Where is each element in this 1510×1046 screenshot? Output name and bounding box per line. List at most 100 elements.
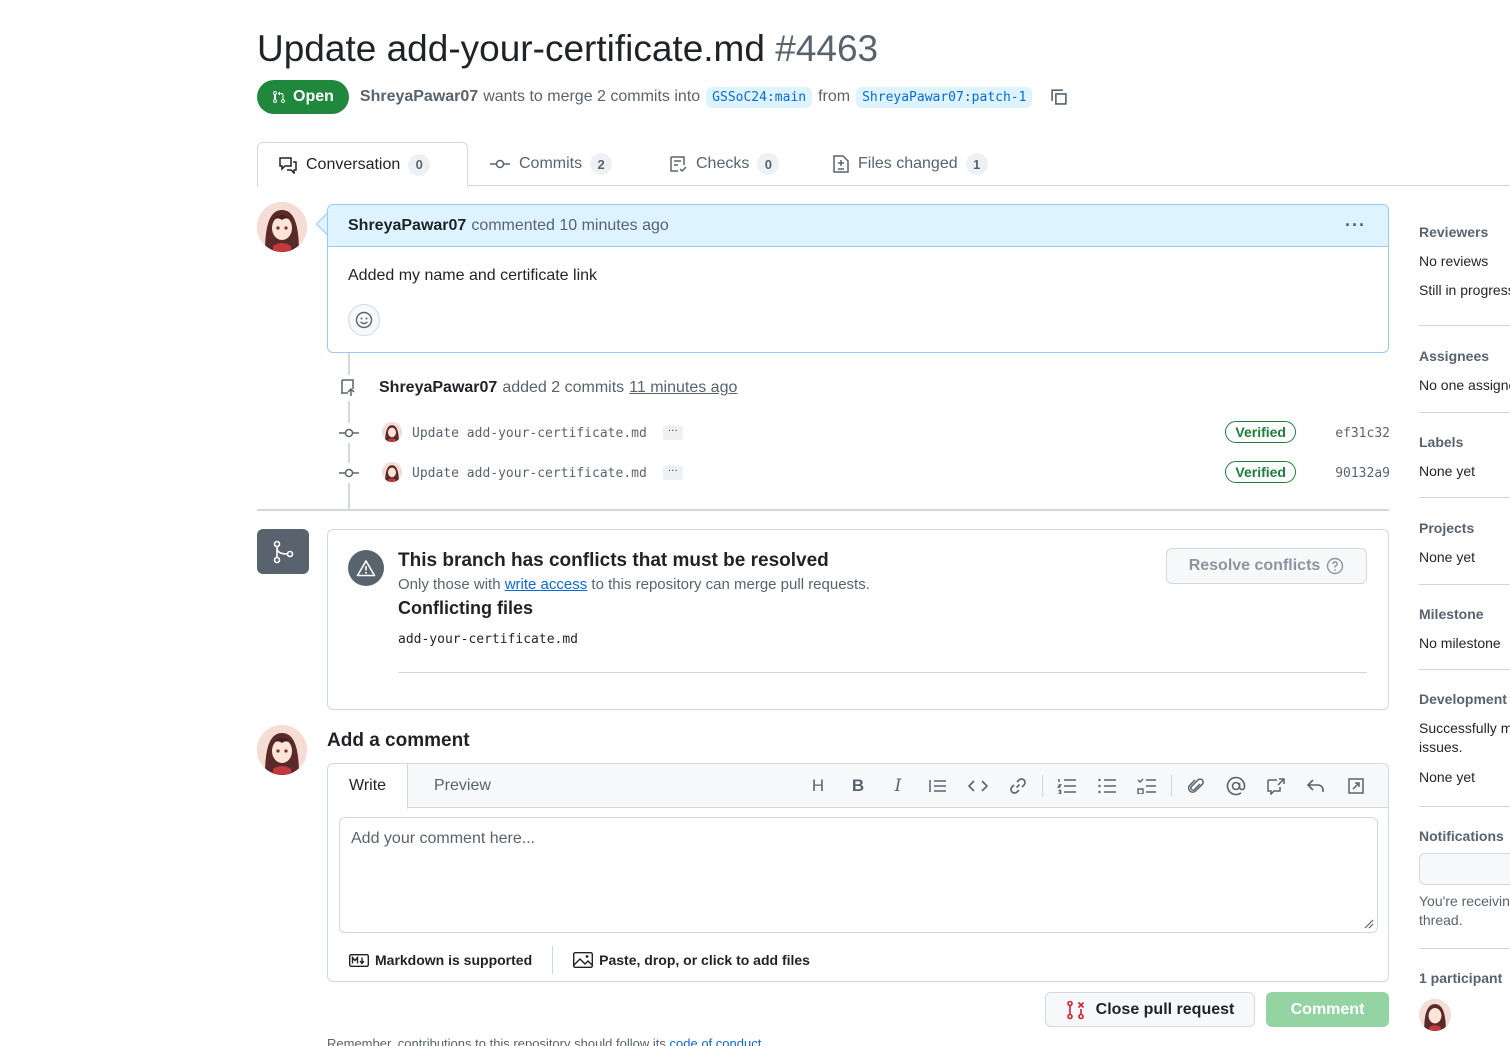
merge-sub-after: to this repository can merge pull reques…	[591, 576, 870, 593]
head-branch[interactable]: ShreyaPawar07:patch-1	[856, 86, 1033, 108]
link-icon[interactable]	[998, 774, 1038, 798]
projects-heading[interactable]: Projects	[1419, 520, 1510, 536]
tab-count: 0	[408, 153, 431, 176]
write-access-link[interactable]: write access	[505, 576, 588, 593]
comment-textarea[interactable]: Add your comment here...	[339, 817, 1378, 933]
comment-header: ShreyaPawar07 commented 10 minutes ago ·…	[328, 205, 1388, 247]
tab-label: Checks	[696, 155, 750, 172]
conflicting-files-title: Conflicting files	[398, 598, 533, 618]
reply-icon[interactable]	[1296, 774, 1336, 798]
tab-conversation[interactable]: Conversation 0	[257, 142, 468, 187]
merge-divider	[398, 672, 1367, 673]
comment-body: Added my name and certificate link	[348, 267, 598, 284]
repo-push-icon	[332, 375, 364, 401]
commit-sha[interactable]: 90132a9	[1335, 466, 1390, 481]
event-author[interactable]: ShreyaPawar07	[379, 379, 497, 397]
markdown-supported-link[interactable]: Markdown is supported	[349, 952, 532, 968]
mention-icon[interactable]	[1216, 774, 1256, 798]
ordered-list-icon[interactable]	[1047, 774, 1087, 798]
commit-icon	[336, 423, 362, 443]
pr-author-link[interactable]: ShreyaPawar07	[360, 88, 478, 106]
development-section: Development Successfully merging this pu…	[1419, 691, 1510, 785]
event-time[interactable]: 11 minutes ago	[629, 379, 737, 397]
development-heading[interactable]: Development	[1419, 691, 1510, 707]
attachment-icon[interactable]	[1176, 774, 1216, 798]
labels-value: None yet	[1419, 463, 1476, 479]
commit-author-avatar[interactable]	[382, 462, 402, 482]
tab-preview[interactable]: Preview	[434, 764, 491, 808]
notifications-note: You're receiving notifications because y…	[1419, 893, 1510, 928]
close-pr-label: Close pull request	[1095, 1000, 1235, 1018]
notifications-heading: Notifications	[1419, 828, 1504, 844]
verified-badge[interactable]: Verified	[1225, 421, 1296, 443]
fullscreen-icon[interactable]	[1336, 774, 1376, 798]
sidebar-divider	[1419, 412, 1510, 413]
git-pull-request-closed-icon	[1066, 1000, 1084, 1019]
projects-value: None yet	[1419, 549, 1476, 565]
resolve-conflicts-label: Resolve conflicts	[1188, 557, 1321, 574]
task-list-icon[interactable]	[1127, 774, 1167, 798]
projects-section: Projects None yet	[1419, 520, 1510, 565]
commit-message[interactable]: Update add-your-certificate.md	[412, 426, 647, 441]
tab-files-changed[interactable]: Files changed 1	[832, 142, 988, 186]
development-text-cont: issues.	[1419, 739, 1463, 755]
tab-label: Commits	[519, 155, 583, 172]
add-reaction-button[interactable]	[348, 304, 380, 336]
merge-box: This branch has conflicts that must be r…	[327, 529, 1389, 710]
add-comment-title: Add a comment	[327, 730, 470, 751]
code-icon[interactable]	[958, 774, 998, 798]
expand-commit-button[interactable]: ···	[662, 466, 683, 480]
base-branch[interactable]: GSSoC24:main	[706, 86, 813, 108]
kebab-menu-icon[interactable]: ···	[1345, 215, 1366, 236]
close-pull-request-button[interactable]: Close pull request	[1045, 992, 1255, 1027]
resize-handle-icon[interactable]	[1362, 917, 1374, 929]
footer-divider	[552, 946, 554, 974]
reviewers-value: No reviews	[1419, 253, 1489, 269]
assignees-heading[interactable]: Assignees	[1419, 348, 1510, 364]
question-icon	[1327, 557, 1344, 575]
participant-avatar[interactable]	[1419, 999, 1451, 1031]
commit-sha[interactable]: ef31c32	[1335, 426, 1390, 441]
sidebar-divider	[1419, 325, 1510, 326]
reviewers-section: Reviewers No reviews Still in progress?	[1419, 224, 1510, 298]
bold-icon[interactable]: B	[838, 774, 878, 798]
commit-message[interactable]: Update add-your-certificate.md	[412, 466, 647, 481]
from-text: from	[818, 88, 851, 105]
milestone-heading[interactable]: Milestone	[1419, 606, 1510, 622]
comment-author[interactable]: ShreyaPawar07	[348, 217, 466, 235]
markdown-note: Markdown is supported	[375, 952, 533, 968]
comment-meta[interactable]: commented 10 minutes ago	[471, 217, 668, 235]
tab-write[interactable]: Write	[328, 764, 409, 809]
pr-sidebar: Reviewers No reviews Still in progress? …	[1419, 0, 1510, 1046]
markdown-icon	[349, 953, 369, 967]
author-avatar[interactable]	[257, 202, 307, 252]
italic-icon[interactable]: I	[878, 774, 918, 798]
reviewers-heading[interactable]: Reviewers	[1419, 224, 1510, 240]
verified-badge[interactable]: Verified	[1225, 461, 1296, 483]
cross-reference-icon[interactable]	[1256, 774, 1296, 798]
unordered-list-icon[interactable]	[1087, 774, 1127, 798]
tab-count: 0	[757, 153, 780, 175]
current-user-avatar[interactable]	[257, 725, 307, 775]
commit-row: Update add-your-certificate.md ··· Verif…	[336, 420, 1390, 446]
heading-icon[interactable]: H	[798, 774, 838, 798]
add-files-link[interactable]: Paste, drop, or click to add files	[573, 952, 810, 968]
labels-heading[interactable]: Labels	[1419, 434, 1510, 450]
comment-submit-button[interactable]: Comment	[1266, 992, 1389, 1027]
tab-count: 1	[965, 153, 988, 175]
code-of-conduct-link[interactable]: code of conduct	[670, 1036, 762, 1046]
commit-author-avatar[interactable]	[382, 422, 402, 442]
tab-label: Conversation	[306, 155, 401, 173]
subscribe-button[interactable]	[1419, 853, 1510, 885]
copy-icon[interactable]	[1048, 86, 1070, 108]
sidebar-divider	[1419, 948, 1510, 949]
tab-checks[interactable]: Checks 0	[668, 142, 780, 186]
open-state-badge: Open	[257, 80, 349, 114]
quote-icon[interactable]	[918, 774, 958, 798]
expand-commit-button[interactable]: ···	[662, 426, 683, 440]
comment-placeholder: Add your comment here...	[351, 830, 536, 847]
checklist-icon	[670, 156, 687, 173]
resolve-conflicts-button[interactable]: Resolve conflicts	[1166, 548, 1367, 584]
tab-commits[interactable]: Commits 2	[489, 142, 613, 186]
event-text: added 2 commits	[502, 379, 625, 396]
